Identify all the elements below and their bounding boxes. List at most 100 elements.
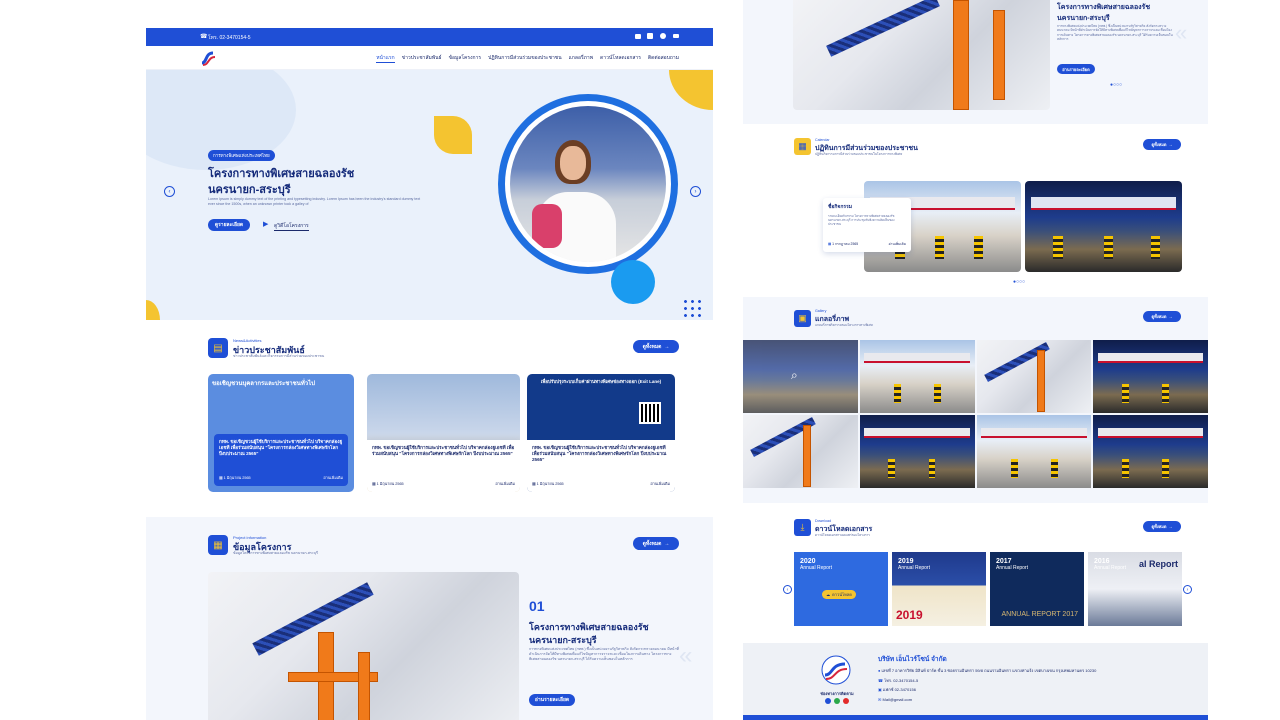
nav-home[interactable]: หน้าแรก — [376, 54, 395, 63]
site-logo[interactable] — [199, 49, 217, 67]
gallery-image[interactable] — [859, 340, 975, 413]
gallery-section-icon: ▣ — [794, 310, 811, 327]
gallery-image[interactable]: ⌕ — [743, 340, 858, 413]
hero-more-button[interactable]: ดูรายละเอียด — [208, 219, 250, 231]
calendar-section-icon: ▦ — [794, 138, 811, 155]
footer-fax: แฟกซ์ 02-3470156 — [882, 687, 916, 693]
report-cover-text: al Report — [1138, 559, 1178, 569]
report-card[interactable]: 2019 Annual Report 2019 — [892, 552, 986, 626]
news-all-button[interactable]: ดูทั้งหมด → — [633, 340, 679, 353]
project-more-button-r[interactable]: อ่านรายละเอียด — [1057, 64, 1095, 74]
news-card-text: กทพ. ขอเชิญชวนผู้ใช้บริการและประชาชนทั่ว… — [219, 439, 343, 457]
facebook-icon[interactable] — [660, 33, 666, 39]
hero-video-link[interactable]: ดูวิดีโอโครงการ — [274, 222, 309, 231]
news-card-body: กทพ. ขอเชิญชวนผู้ใช้บริการและประชาชนทั่ว… — [367, 440, 520, 492]
gallery-image[interactable] — [1093, 415, 1208, 488]
news-subtitle: ข่าวประชาสัมพันธ์และกิจกรรมการมีส่วนร่วม… — [233, 354, 325, 358]
calendar-all-button[interactable]: ดูทั้งหมด → — [1143, 139, 1181, 150]
nav-calendar[interactable]: ปฏิทินการมีส่วนร่วมของประชาชน — [488, 54, 562, 63]
arrow-right-icon: → — [664, 540, 670, 547]
nav-news[interactable]: ข่าวประชาสัมพันธ์ — [402, 54, 442, 63]
project-desc: การทางพิเศษแห่งประเทศไทย (กทพ.) ซึ่งเป็น… — [529, 647, 679, 662]
gallery-image[interactable] — [976, 340, 1092, 413]
download-next-arrow[interactable]: › — [1183, 585, 1192, 594]
footer-mail[interactable]: Mail@gmail.com — [882, 697, 912, 702]
hero-section: การทางพิเศษแห่งประเทศไทย โครงการทางพิเศษ… — [146, 70, 713, 320]
chevron-left-deco-icon: « — [679, 642, 693, 669]
gallery-image[interactable] — [976, 415, 1092, 488]
play-icon[interactable]: ▶ — [263, 220, 268, 228]
footer-tel[interactable]: โทร. 02-3470154-5 — [884, 678, 918, 683]
event-read-link[interactable]: อ่านเพิ่มเติม — [889, 242, 906, 247]
report-cover-text: 2019 — [896, 608, 923, 622]
report-card[interactable]: 2020 Annual Report ☁ ดาวน์โหลด — [794, 552, 888, 626]
calendar-event-card[interactable]: ชื่อกิจกรรม รายละเอียดกิจกรรม โครงการทาง… — [823, 198, 911, 252]
arrow-right-icon: → — [664, 343, 670, 350]
news-section-icon: ▤ — [208, 338, 228, 358]
news-card-text: กทพ. ขอเชิญชวนผู้ใช้บริการและประชาชนทั่ว… — [532, 445, 667, 463]
location-icon: ● — [878, 668, 881, 673]
news-card-text: กทพ. ขอเชิญชวนผู้ใช้บริการและประชาชนทั่ว… — [372, 445, 515, 457]
project-name-line1: โครงการทางพิเศษสายฉลองรัช — [529, 622, 649, 632]
footer-bottom-bar — [743, 715, 1208, 720]
footer-logo — [819, 655, 853, 685]
carousel-dots[interactable]: ●○○○ — [1013, 279, 1025, 285]
report-card[interactable]: 2016 Annual Report al Report — [1088, 552, 1182, 626]
news-card-read[interactable]: อ่านเพิ่มเติม — [495, 481, 515, 487]
hero-badge: การทางพิเศษแห่งประเทศไทย — [208, 150, 275, 161]
youtube-icon[interactable] — [673, 34, 679, 38]
report-year: 2017 — [996, 558, 1012, 565]
download-subtitle: ดาวน์โหลดเอกสารเผยแพร่ของโครงการ — [815, 533, 870, 537]
project-all-button[interactable]: ดูทั้งหมด → — [633, 537, 679, 550]
hero-prev-arrow[interactable]: ‹ — [164, 186, 175, 197]
gallery-section: ▣ Gallery แกลอรี่ภาพ แกลอรี่ภาพกิจกรรมขอ… — [743, 297, 1208, 503]
news-card[interactable]: เพื่อปรับปรุงระบบเก็บค่าผ่านทางพิเศษช่อง… — [527, 374, 675, 492]
mail-icon[interactable] — [635, 34, 641, 39]
hero-leaf-deco — [434, 116, 472, 154]
gallery-image[interactable] — [1093, 340, 1208, 413]
event-title: ชื่อกิจกรรม — [828, 204, 853, 210]
download-prev-arrow[interactable]: ‹ — [783, 585, 792, 594]
report-card[interactable]: 2017 Annual Report ANNUAL REPORT 2017 — [990, 552, 1084, 626]
news-card-read[interactable]: อ่านเพิ่มเติม — [323, 475, 343, 481]
project-image — [208, 572, 519, 720]
nav-project[interactable]: ข้อมูลโครงการ — [449, 54, 481, 63]
carousel-dots[interactable]: ●○○○ — [1110, 82, 1122, 88]
arrow-right-icon: → — [1168, 314, 1173, 319]
hero-dots-deco — [682, 298, 704, 320]
youtube-icon[interactable] — [843, 698, 849, 704]
footer: ช่องทางการติดตาม บริษัท เอ็นไวร์โซน์ จำก… — [743, 643, 1208, 720]
hero-desc: Lorem Ipsum is simply dummy text of the … — [208, 197, 421, 207]
news-card-date: 1 มิถุนายน 2565 — [223, 476, 251, 480]
gallery-image[interactable] — [859, 415, 975, 488]
hero-photo-ring — [498, 94, 678, 274]
hero-leaf-deco-2 — [669, 70, 713, 110]
project-section-icon: ▦ — [208, 535, 228, 555]
phone-icon: ☎ — [200, 34, 208, 40]
topbar-phone: โทร. 02-3470154-5 — [208, 35, 251, 41]
search-icon[interactable]: ⌕ — [791, 368, 798, 383]
facebook-icon[interactable] — [825, 698, 831, 704]
line-icon[interactable] — [647, 33, 653, 39]
gallery-all-button[interactable]: ดูทั้งหมด → — [1143, 311, 1181, 322]
gallery-image[interactable] — [743, 415, 858, 488]
project-subtitle: ข้อมูลโครงการทางพิเศษสายฉลองรัช นครนายก-… — [233, 551, 318, 555]
project-image-top — [793, 0, 1050, 110]
nav-download[interactable]: ดาวน์โหลดเอกสาร — [600, 54, 641, 63]
report-download-button[interactable]: ☁ ดาวน์โหลด — [822, 590, 856, 599]
calendar-subtitle: ปฏิทินกิจกรรมการมีส่วนร่วมของประชาชนในโค… — [815, 152, 903, 156]
news-card[interactable]: ขอเชิญชวนบุคลากรและประชาชนทั่วไป กทพ. ขอ… — [208, 374, 354, 492]
news-card[interactable]: กทพ. ขอเชิญชวนผู้ใช้บริการและประชาชนทั่ว… — [367, 374, 520, 492]
hero-next-arrow[interactable]: › — [690, 186, 701, 197]
news-card-read[interactable]: อ่านเพิ่มเติม — [650, 481, 670, 487]
nav-contact[interactable]: ติดต่อสอบถาม — [648, 54, 679, 63]
news-card-date: 1 มิถุนายน 2565 — [376, 482, 404, 486]
calendar-icon: ▦ — [219, 476, 223, 480]
nav-gallery[interactable]: แกลอรี่ภาพ — [569, 54, 593, 63]
gallery-subtitle: แกลอรี่ภาพกิจกรรมของโครงการทางพิเศษ — [815, 323, 873, 327]
download-all-button[interactable]: ดูทั้งหมด → — [1143, 521, 1181, 532]
project-more-button[interactable]: อ่านรายละเอียด — [529, 694, 575, 706]
report-year: 2020 — [800, 558, 816, 565]
hero-photo — [505, 101, 671, 267]
line-icon[interactable] — [834, 698, 840, 704]
